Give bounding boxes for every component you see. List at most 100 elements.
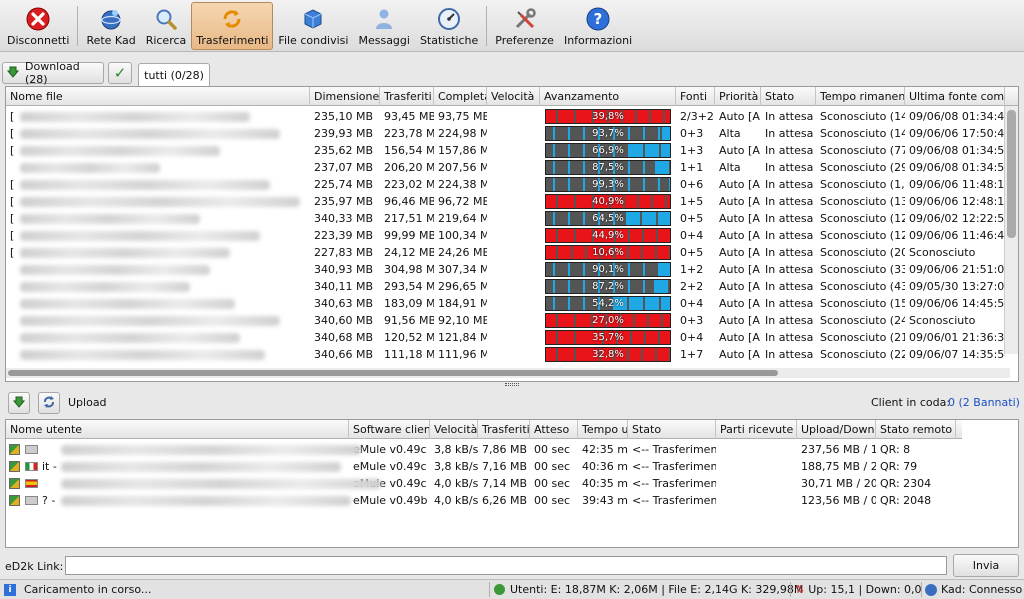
download-category-button[interactable]: Download (28): [2, 60, 104, 86]
column-header[interactable]: Trasferiti: [478, 420, 530, 439]
cell-speed: [487, 278, 540, 295]
table-row[interactable]: 340,66 MB 111,18 MB 111,96 MB 32,8% 1+7 Auto …: [6, 346, 1018, 363]
kad-network-label: Rete Kad: [86, 34, 136, 47]
column-header[interactable]: Parti ricevute: [716, 420, 797, 439]
progress-label: 87,2%: [592, 281, 624, 292]
cell-parts: [716, 475, 797, 492]
cell-time: 39:43 m: [582, 494, 628, 507]
column-header[interactable]: Upload/Download: [797, 420, 876, 439]
info-label: Informazioni: [563, 34, 633, 47]
cell-status: In attesa: [765, 161, 814, 174]
cell-priority: Alta: [719, 127, 741, 140]
download-toggle-button[interactable]: [8, 392, 30, 414]
column-header[interactable]: Avanzamento: [540, 87, 676, 106]
redacted-filename: [20, 282, 190, 292]
client-icon: [9, 444, 20, 455]
table-row[interactable]: [223,39 MB99,99 MB100,34 MB44,9%0+4Auto …: [6, 227, 1018, 244]
preferences-button[interactable]: Preferenze: [490, 2, 559, 50]
column-header[interactable]: Stato: [761, 87, 816, 106]
table-row[interactable]: [235,97 MB 96,46 MB 96,72 MB 40,9% 1+5 Auto […: [6, 193, 1018, 210]
column-header[interactable]: Fonti: [676, 87, 715, 106]
cell-waited: 00 sec: [534, 477, 571, 490]
disconnect-button[interactable]: Disconnetti: [2, 2, 74, 50]
table-row[interactable]: it - eMule v0.49c 3,8 kB/s 7,16 MB 00 sec 40:…: [6, 458, 1018, 475]
queue-value[interactable]: 0 (2 Bannati): [948, 396, 1020, 409]
kad-network-button[interactable]: Rete Kad: [81, 2, 140, 50]
splitter-handle[interactable]: [505, 383, 519, 386]
cell-last-complete: 09/06/08 01:34:54: [909, 161, 1005, 174]
progress-label: 35,7%: [592, 332, 624, 343]
table-row[interactable]: [227,83 MB 24,12 MB 24,26 MB 10,6% 0+5 Auto […: [6, 244, 1018, 261]
cell-status: <-- Trasferimento: [632, 494, 716, 507]
cell-remote: QR: 2048: [880, 494, 932, 507]
cell-sources: 0+5: [680, 212, 704, 225]
column-header[interactable]: Ultima fonte completa: [905, 87, 1005, 106]
table-row[interactable]: 340,68 MB 120,52 MB 121,84 MB 35,7% 0+4 Auto …: [6, 329, 1018, 346]
cell-priority: Auto [A]: [719, 178, 761, 191]
column-header[interactable]: Priorità: [715, 87, 761, 106]
cell-status: In attesa: [765, 246, 814, 259]
send-button[interactable]: Invia: [953, 554, 1019, 577]
progress-label: 10,6%: [592, 247, 624, 258]
column-header[interactable]: Velocità: [487, 87, 540, 106]
redacted-filename: [20, 316, 280, 326]
table-row[interactable]: 340,11 MB 293,54 MB 296,65 MB 87,2% 2+2 Auto …: [6, 278, 1018, 295]
info-icon: ?: [586, 7, 610, 31]
column-header[interactable]: Atteso: [530, 420, 578, 439]
messages-button[interactable]: Messaggi: [353, 2, 414, 50]
column-header[interactable]: Software client: [349, 420, 430, 439]
redacted-filename: [20, 197, 300, 207]
table-row[interactable]: [225,74 MB223,02 MB224,38 MB99,3%0+6Auto…: [6, 176, 1018, 193]
tab-all[interactable]: tutti (0/28): [138, 63, 210, 86]
transfers-label: Trasferimenti: [196, 34, 269, 47]
cell-speed: [487, 125, 540, 142]
cell-last-complete: 09/06/08 01:34:46: [909, 110, 1005, 123]
transfers-button[interactable]: Trasferimenti: [191, 2, 274, 50]
column-header[interactable]: Trasferiti: [380, 87, 434, 106]
column-header[interactable]: Nome utente: [6, 420, 349, 439]
column-header[interactable]: Tempo upload: [578, 420, 628, 439]
check-icon[interactable]: ✓: [108, 62, 132, 84]
column-header[interactable]: Nome file: [6, 87, 310, 106]
cell-parts: [716, 458, 797, 475]
speed-segment: ⇅ Up: 15,1 | Down: 0,0: [795, 583, 922, 596]
table-row[interactable]: 237,07 MB 206,20 MB 207,56 MB 87,5% 1+1 Alta I…: [6, 159, 1018, 176]
download-vertical-scrollbar[interactable]: [1004, 106, 1018, 354]
column-header[interactable]: Dimensione: [310, 87, 380, 106]
column-header[interactable]: Stato remoto: [876, 420, 956, 439]
table-row[interactable]: eMule v0.49c 3,8 kB/s 7,86 MB 00 sec 42:35 m…: [6, 441, 1018, 458]
column-header[interactable]: Velocità: [430, 420, 478, 439]
table-row[interactable]: [340,33 MB217,51 MB219,64 MB64,5%0+5Auto…: [6, 210, 1018, 227]
table-row[interactable]: 340,93 MB 304,98 MB 307,34 MB 90,1% 1+2 Auto …: [6, 261, 1018, 278]
info-button[interactable]: ? Informazioni: [559, 2, 637, 50]
cell-software: eMule v0.49b: [353, 494, 428, 507]
ed2k-link-input[interactable]: [65, 556, 947, 575]
upload-toggle-button[interactable]: [38, 392, 60, 414]
cell-sources: 1+1: [680, 161, 704, 174]
cell-status: In attesa: [765, 212, 814, 225]
cell-transferred: 6,26 MB: [482, 494, 528, 507]
scroll-thumb[interactable]: [8, 370, 778, 376]
download-horizontal-scrollbar[interactable]: [6, 368, 1010, 378]
table-row[interactable]: ? - eMule v0.49b 4,0 kB/s 6,26 MB 00 sec 39:4…: [6, 492, 1018, 509]
cell-sources: 2+2: [680, 280, 704, 293]
table-row[interactable]: [239,93 MB223,78 MB224,98 MB93,7%0+3Alta…: [6, 125, 1018, 142]
scroll-thumb[interactable]: [1007, 110, 1016, 238]
shared-files-button[interactable]: File condivisi: [273, 2, 353, 50]
search-button[interactable]: Ricerca: [141, 2, 192, 50]
column-header[interactable]: Completati: [434, 87, 487, 106]
table-row[interactable]: 340,63 MB 183,09 MB 184,91 MB 54,2% 0+4 Auto …: [6, 295, 1018, 312]
table-row[interactable]: eMule v0.49c 4,0 kB/s 7,14 MB 00 sec 40:35 m…: [6, 475, 1018, 492]
table-row[interactable]: [235,62 MB156,54 MB157,86 MB66,9%1+3Auto…: [6, 142, 1018, 159]
column-header[interactable]: Stato: [628, 420, 716, 439]
table-row[interactable]: 340,60 MB 91,56 MB 92,10 MB 27,0% 0+3 Auto [A…: [6, 312, 1018, 329]
cell-completed: 121,84 MB: [438, 331, 487, 344]
cell-updown: 188,75 MB / 23: [801, 460, 876, 473]
cell-remote: QR: 2304: [880, 477, 932, 490]
table-row[interactable]: [235,10 MB 93,45 MB 93,75 MB 39,8% 2/3+2 Auto…: [6, 108, 1018, 125]
cell-last-complete: 09/06/01 21:36:34: [909, 331, 1005, 344]
cell-completed: 307,34 MB: [438, 263, 487, 276]
column-header[interactable]: Tempo rimanente: [816, 87, 905, 106]
cell-sources: 0+4: [680, 331, 704, 344]
statistics-button[interactable]: Statistiche: [415, 2, 483, 50]
